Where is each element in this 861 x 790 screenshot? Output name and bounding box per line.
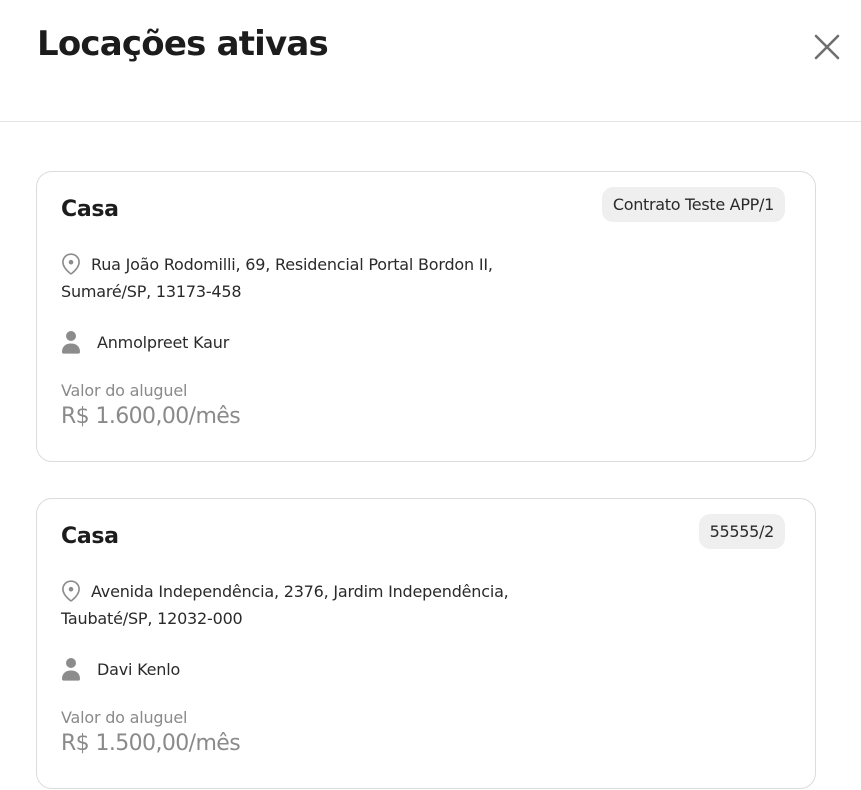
- location-pin-icon: [62, 253, 80, 275]
- close-button[interactable]: [809, 29, 845, 65]
- property-address: Avenida Independência, 2376, Jardim Inde…: [61, 578, 541, 632]
- tenant-name: Davi Kenlo: [97, 659, 181, 679]
- person-icon: [62, 331, 80, 354]
- contract-badge: Contrato Teste APP/1: [601, 187, 785, 222]
- tenant-name: Anmolpreet Kaur: [97, 332, 230, 352]
- rent-label: Valor do aluguel: [61, 381, 188, 400]
- address-line-1: Avenida Independência, 2376, Jardim Inde…: [91, 582, 509, 601]
- property-type: Casa: [61, 197, 119, 222]
- tenant-row: Anmolpreet Kaur: [61, 329, 229, 355]
- address-line-1: Rua João Rodomilli, 69, Residencial Port…: [91, 255, 493, 274]
- person-icon: [62, 658, 80, 681]
- rental-card[interactable]: Casa 55555/2 Avenida Independência, 2376…: [36, 498, 816, 789]
- tenant-row: Davi Kenlo: [61, 656, 180, 682]
- property-type: Casa: [61, 524, 119, 549]
- close-icon: [814, 34, 840, 60]
- rent-value: R$ 1.600,00/mês: [61, 404, 241, 429]
- address-line-2: Sumaré/SP, 13173-458: [61, 282, 242, 301]
- modal-header: Locações ativas: [0, 0, 861, 122]
- location-pin-icon: [62, 580, 80, 602]
- contract-badge: 55555/2: [698, 514, 785, 549]
- rental-card[interactable]: Casa Contrato Teste APP/1 Rua João Rodom…: [36, 171, 816, 462]
- modal-title: Locações ativas: [37, 24, 329, 64]
- property-address: Rua João Rodomilli, 69, Residencial Port…: [61, 251, 541, 305]
- rent-value: R$ 1.500,00/mês: [61, 731, 241, 756]
- address-line-2: Taubaté/SP, 12032-000: [61, 609, 243, 628]
- rent-label: Valor do aluguel: [61, 708, 188, 727]
